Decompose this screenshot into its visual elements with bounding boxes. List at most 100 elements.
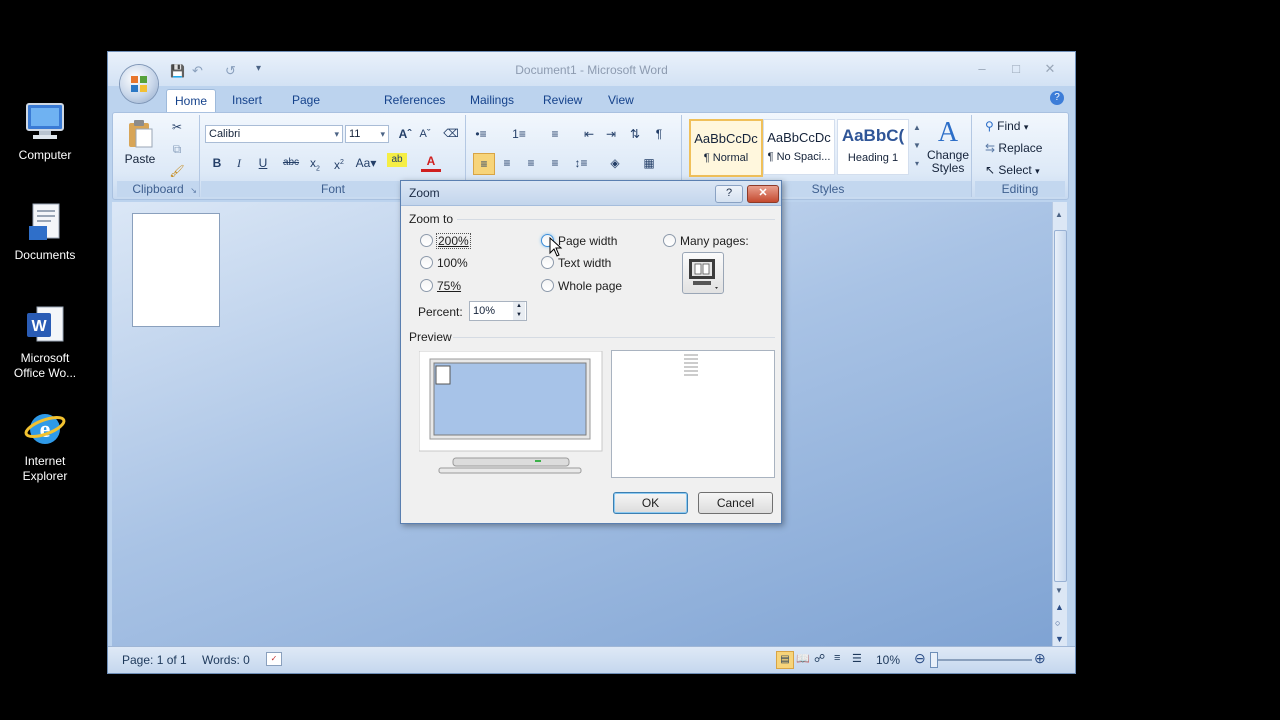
tab-mailings[interactable]: Mailings (462, 89, 522, 111)
scroll-up-icon[interactable]: ▲ (1055, 210, 1063, 219)
tab-page-layout[interactable]: Page Layout (284, 89, 336, 129)
shrink-font-icon[interactable]: Aˇ (415, 124, 435, 144)
chevron-down-icon[interactable]: ▾ (334, 126, 339, 142)
spin-up-icon[interactable]: ▲ (513, 302, 525, 311)
font-size-combo[interactable]: 11 ▾ (345, 125, 389, 143)
zoom-in-icon[interactable]: ⊕ (1034, 650, 1046, 667)
next-page-icon[interactable]: ▼ (1055, 634, 1064, 644)
draft-view-icon[interactable]: ☰ (852, 652, 862, 665)
subscript-icon[interactable]: x2 (305, 153, 325, 173)
tab-view[interactable]: View (600, 89, 642, 111)
style-normal[interactable]: AaBbCcDc ¶ Normal (689, 119, 763, 177)
scroll-down-icon[interactable]: ▼ (1055, 586, 1063, 595)
scroll-thumb[interactable] (1054, 230, 1067, 582)
radio-dot (541, 279, 554, 292)
minimize-button[interactable]: – (970, 61, 994, 77)
customize-quick-access-icon[interactable]: ▾ (256, 63, 261, 74)
documents-icon (23, 200, 67, 244)
browse-object-icon[interactable]: ○ (1055, 618, 1060, 628)
tab-review[interactable]: Review (535, 89, 590, 111)
desktop-icon-ie[interactable]: e Internet Explorer (8, 406, 82, 484)
cut-icon[interactable]: ✂ (167, 117, 187, 137)
dialog-help-button[interactable]: ? (715, 185, 743, 203)
superscript-icon[interactable]: x2 (329, 153, 349, 173)
font-color-icon[interactable]: A (421, 153, 441, 172)
style-heading-1[interactable]: AaBbC( Heading 1 (837, 119, 909, 175)
full-screen-reading-icon[interactable]: 📖 (796, 652, 810, 665)
paste-button[interactable]: Paste (123, 119, 157, 166)
multilevel-list-icon[interactable]: ≡ (545, 124, 565, 144)
line-spacing-icon[interactable]: ↕≡ (571, 153, 591, 173)
dialog-close-button[interactable]: ✕ (747, 185, 779, 203)
maximize-button[interactable]: □ (1004, 61, 1028, 77)
zoom-level[interactable]: 10% (876, 653, 900, 667)
tab-home[interactable]: Home (166, 89, 217, 113)
style-no-spacing[interactable]: AaBbCcDc ¶ No Spaci... (763, 119, 835, 175)
spin-down-icon[interactable]: ▼ (513, 311, 525, 320)
cancel-button[interactable]: Cancel (698, 492, 773, 514)
style-name: Heading 1 (847, 152, 899, 164)
align-left-icon[interactable]: ≡ (473, 153, 495, 175)
close-window-button[interactable]: ✕ (1038, 61, 1062, 77)
change-case-icon[interactable]: Aa▾ (353, 153, 379, 173)
desktop-icon-word[interactable]: W Microsoft Office Wo... (8, 303, 82, 381)
page-count[interactable]: Page: 1 of 1 (122, 653, 187, 667)
ok-button[interactable]: OK (613, 492, 688, 514)
outline-view-icon[interactable]: ≡ (834, 652, 840, 664)
radio-label: 200% (436, 233, 471, 249)
shading-icon[interactable]: ◈ (605, 153, 625, 173)
sort-icon[interactable]: ⇅ (625, 124, 645, 144)
clear-formatting-icon[interactable]: ⌫ (441, 124, 461, 144)
bullets-icon[interactable]: •≡ (471, 124, 491, 144)
underline-icon[interactable]: U (253, 153, 273, 173)
print-layout-view-icon[interactable]: ▤ (776, 651, 794, 669)
align-right-icon[interactable]: ≡ (521, 153, 541, 173)
zoom-slider[interactable] (932, 659, 1032, 661)
web-layout-icon[interactable]: ☍ (814, 652, 825, 665)
word-count[interactable]: Words: 0 (202, 653, 250, 667)
desktop-icon-computer[interactable]: Computer (8, 100, 82, 163)
zoom-out-icon[interactable]: ⊖ (914, 650, 926, 667)
font-family-combo[interactable]: Calibri ▾ (205, 125, 343, 143)
percent-spinner[interactable]: 10% ▲ ▼ (469, 301, 527, 321)
undo-icon[interactable]: ↶ (192, 63, 203, 79)
help-icon[interactable]: ? (1050, 91, 1064, 105)
decrease-indent-icon[interactable]: ⇤ (579, 124, 599, 144)
styles-gallery-scroll[interactable]: ▲ ▼ ▾ (911, 119, 923, 173)
clipboard-launcher-icon[interactable]: ↘ (190, 186, 197, 195)
chevron-down-icon[interactable]: ▾ (380, 126, 385, 142)
italic-icon[interactable]: I (229, 153, 249, 173)
many-pages-picker[interactable] (682, 252, 724, 294)
desktop-icon-documents[interactable]: Documents (8, 200, 82, 263)
save-icon[interactable]: 💾 (170, 64, 185, 78)
align-center-icon[interactable]: ≡ (497, 153, 517, 173)
replace-button[interactable]: ⇆ Replace (985, 141, 1042, 155)
percent-label: Percent: (418, 305, 463, 319)
format-painter-icon[interactable]: 🖌 (167, 161, 187, 181)
page-thumbnail[interactable] (132, 213, 220, 327)
select-button[interactable]: ↖ Select ▾ (985, 163, 1040, 177)
style-preview: AaBbCcDc (694, 131, 758, 146)
vertical-scrollbar[interactable]: ▲ ▼ ▲ ○ ▼ (1052, 202, 1067, 648)
redo-icon[interactable]: ↺ (225, 63, 236, 79)
increase-indent-icon[interactable]: ⇥ (601, 124, 621, 144)
justify-icon[interactable]: ≡ (545, 153, 565, 173)
proofing-icon[interactable]: ✓ (266, 652, 282, 666)
previous-page-icon[interactable]: ▲ (1055, 602, 1064, 612)
copy-icon[interactable]: ⧉ (167, 139, 187, 159)
strikethrough-icon[interactable]: abc (281, 153, 301, 173)
tab-insert[interactable]: Insert (224, 89, 270, 111)
find-button[interactable]: ⚲ Find ▾ (985, 119, 1028, 133)
highlight-icon[interactable]: ab (387, 153, 407, 167)
grow-font-icon[interactable]: Aˆ (395, 124, 415, 144)
change-styles-button[interactable]: A Change Styles (925, 117, 971, 175)
office-button[interactable] (120, 65, 158, 103)
text-lines-icon (684, 354, 698, 376)
bold-icon[interactable]: B (207, 153, 227, 173)
tab-references[interactable]: References (376, 89, 453, 111)
show-formatting-icon[interactable]: ¶ (649, 124, 669, 144)
desktop-icon-label: Documents (14, 248, 76, 262)
borders-icon[interactable]: ▦ (639, 153, 659, 173)
zoom-slider-thumb[interactable] (930, 652, 938, 668)
numbering-icon[interactable]: 1≡ (509, 124, 529, 144)
